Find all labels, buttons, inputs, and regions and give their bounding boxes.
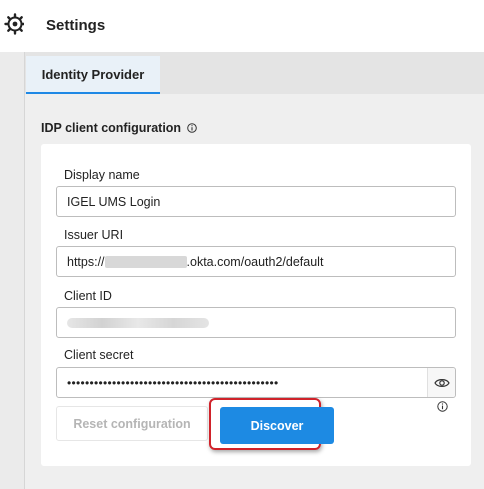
tab-bar: Identity Provider <box>25 52 484 94</box>
issuer-uri-suffix: .okta.com/oauth2/default <box>186 254 324 269</box>
client-secret-field[interactable]: ••••••••••••••••••••••••••••••••••••••••… <box>56 367 456 398</box>
redacted-client-id <box>67 317 209 328</box>
redacted-domain <box>104 255 187 268</box>
reset-configuration-button[interactable]: Reset configuration <box>56 406 208 441</box>
display-name-value: IGEL UMS Login <box>67 194 161 209</box>
issuer-uri-prefix: https:// <box>67 254 105 269</box>
page-header: Settings <box>24 0 484 52</box>
client-secret-value: ••••••••••••••••••••••••••••••••••••••••… <box>67 375 279 390</box>
page-title: Settings <box>46 17 106 34</box>
display-name-label: Display name <box>64 168 140 182</box>
client-id-field[interactable] <box>56 307 456 338</box>
client-secret-label: Client secret <box>64 348 134 362</box>
section-title-text: IDP client configuration <box>41 121 182 135</box>
section-title: IDP client configuration <box>41 121 197 135</box>
main-content: Identity Provider IDP client configurati… <box>25 52 484 489</box>
tab-identity-provider[interactable]: Identity Provider <box>26 56 160 94</box>
issuer-uri-field[interactable]: https:// .okta.com/oauth2/default <box>56 246 456 277</box>
discover-button[interactable]: Discover <box>220 407 334 444</box>
reveal-secret-button[interactable] <box>427 368 455 397</box>
display-name-field[interactable]: IGEL UMS Login <box>56 186 456 217</box>
eye-icon <box>433 378 450 387</box>
client-id-label: Client ID <box>64 289 112 303</box>
client-secret-info-icon[interactable] <box>437 401 448 412</box>
info-icon[interactable] <box>187 123 197 133</box>
left-sidebar <box>0 0 24 489</box>
idp-config-card: Display name IGEL UMS Login Issuer URI h… <box>41 144 471 466</box>
issuer-uri-label: Issuer URI <box>64 228 124 242</box>
